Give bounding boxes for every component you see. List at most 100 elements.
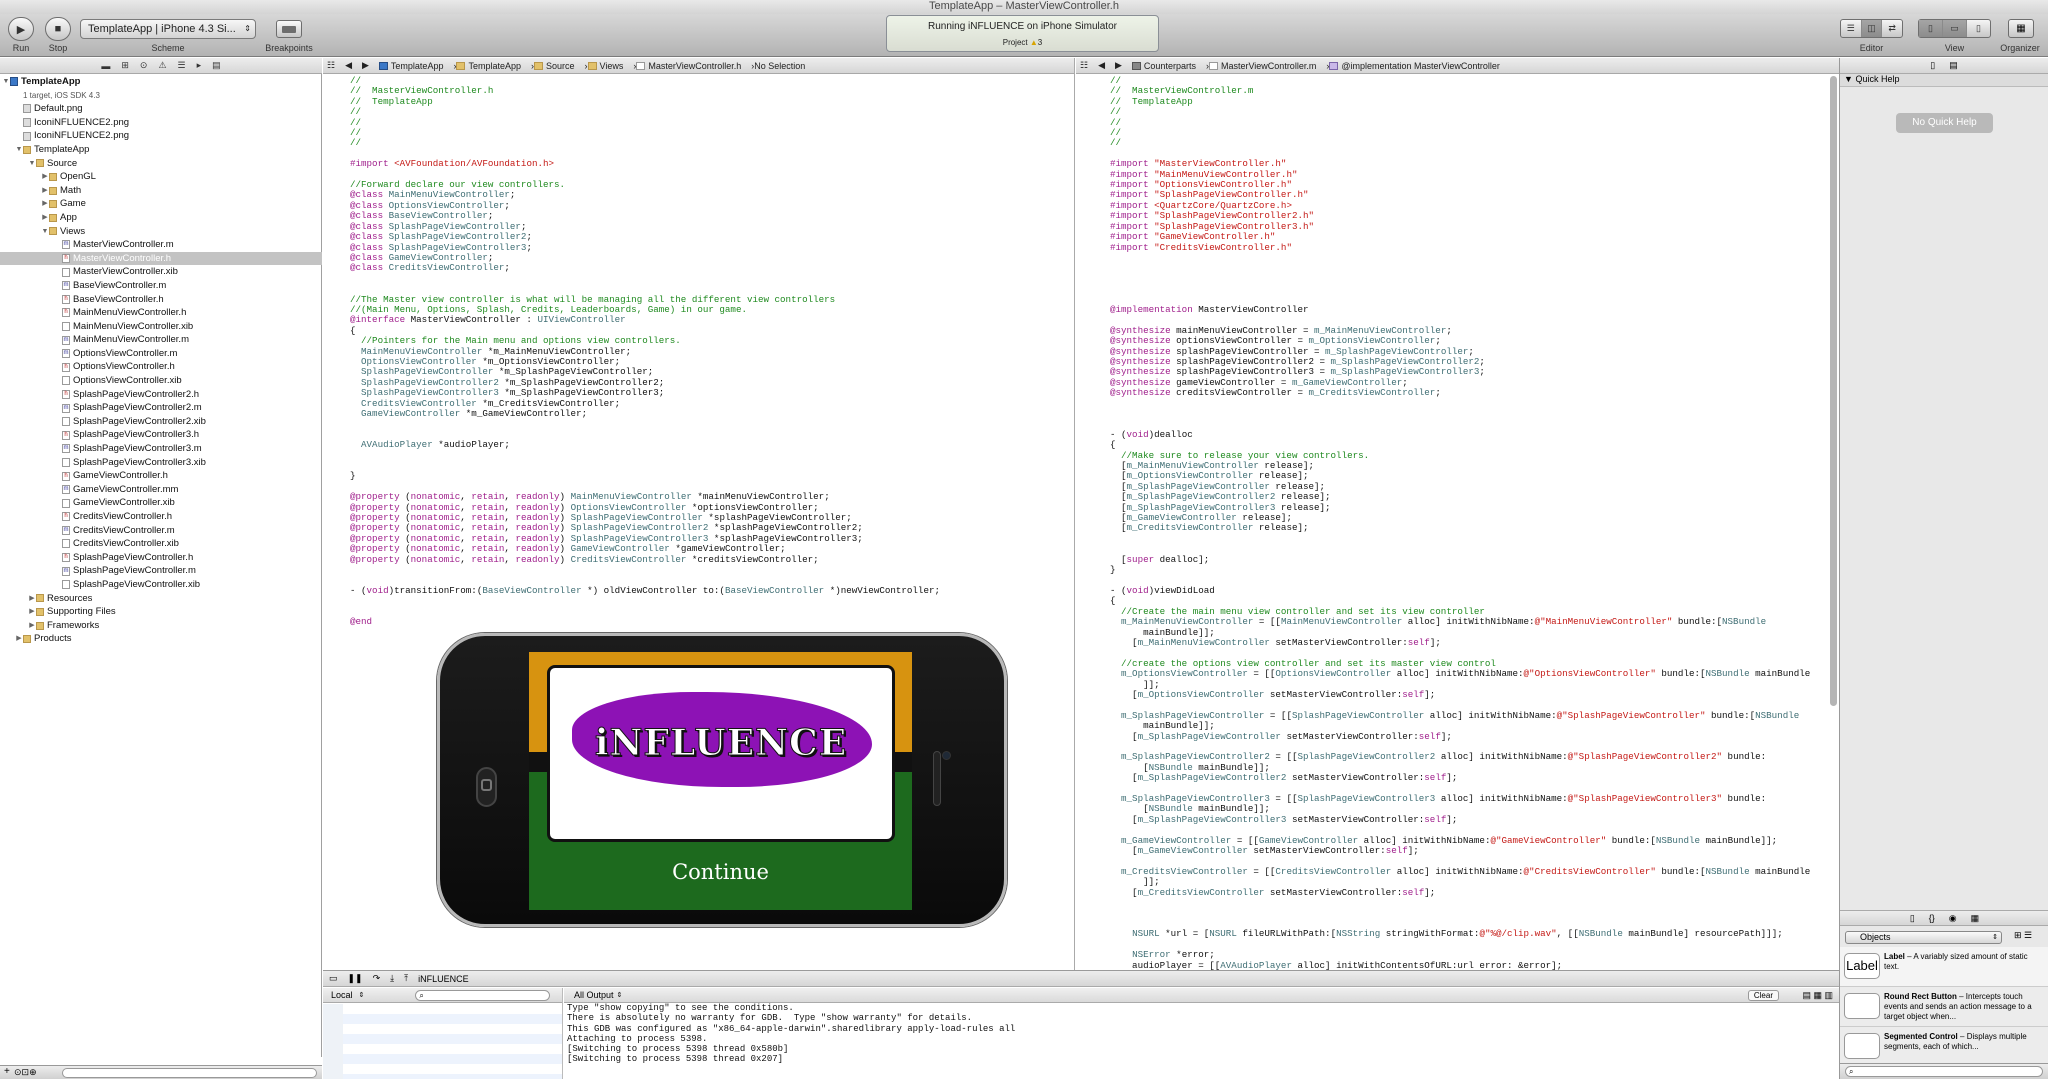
hide-debug-icon[interactable]: ▭ xyxy=(329,973,338,984)
tree-item[interactable]: h SplashPageViewController3.h xyxy=(0,428,322,442)
console-output[interactable]: Type "show copying" to see the condition… xyxy=(564,1003,1839,1065)
breakpoint-nav-icon[interactable]: ▸ xyxy=(197,60,202,71)
simulator-screen[interactable]: iNFLUENCE Continue xyxy=(529,652,912,910)
tree-item[interactable]: h GameViewController.h xyxy=(0,469,322,483)
tree-item[interactable]: 1 target, iOS SDK 4.3 xyxy=(0,89,322,103)
run-button[interactable]: ▶ xyxy=(8,17,34,41)
tree-item[interactable]: MasterViewController.xib xyxy=(0,265,322,279)
tree-item[interactable]: h MainMenuViewController.h xyxy=(0,306,322,320)
step-out-icon[interactable]: ⤒ xyxy=(404,973,408,984)
forward-icon[interactable]: ▶ xyxy=(1111,60,1128,71)
tree-item[interactable]: GameViewController.xib xyxy=(0,496,322,510)
tree-item[interactable]: m BaseViewController.m xyxy=(0,279,322,293)
organizer-button[interactable]: ▦ xyxy=(2008,19,2034,38)
related-files-icon[interactable]: ☷ xyxy=(323,60,341,71)
jump-item-selection[interactable]: › No Selection xyxy=(747,61,811,71)
back-icon[interactable]: ◀ xyxy=(341,60,358,71)
assistant-editor-icon[interactable]: ◫ xyxy=(1861,20,1883,37)
file-inspector-icon[interactable]: ▯ xyxy=(1930,60,1935,71)
tree-item[interactable]: h MasterViewController.h xyxy=(0,251,322,266)
disclosure-closed-icon[interactable]: ▶ xyxy=(41,197,49,211)
step-over-icon[interactable]: ↷ xyxy=(373,973,381,984)
output-mode-popup[interactable]: All Output xyxy=(574,990,614,1000)
disclosure-closed-icon[interactable]: ▶ xyxy=(28,605,36,619)
scope-popup[interactable]: Local xyxy=(331,990,353,1000)
navigator-toggle-icon[interactable]: ▯ xyxy=(1919,20,1943,37)
tree-item[interactable]: MainMenuViewController.xib xyxy=(0,320,322,334)
disclosure-closed-icon[interactable]: ▶ xyxy=(28,592,36,606)
tree-item[interactable]: m GameViewController.mm xyxy=(0,483,322,497)
library-item[interactable]: Round Rect Button – Intercepts touch eve… xyxy=(1840,987,2048,1027)
tree-item[interactable]: ▶ Frameworks xyxy=(0,619,322,633)
jump-item-source[interactable]: › Source xyxy=(527,61,581,71)
jump-item-group[interactable]: › TemplateApp xyxy=(449,61,527,71)
tree-item[interactable]: h OptionsViewController.h xyxy=(0,360,322,374)
tree-item[interactable]: h SplashPageViewController2.h xyxy=(0,388,322,402)
tree-item[interactable]: SplashPageViewController.xib xyxy=(0,578,322,592)
tree-item[interactable]: SplashPageViewController3.xib xyxy=(0,456,322,470)
tree-item[interactable]: ▶ OpenGL xyxy=(0,170,322,184)
library-item[interactable]: Segmented Control – Displays multiple se… xyxy=(1840,1027,2048,1067)
editor-mode-segment[interactable]: ☰ ◫ ⇄ xyxy=(1840,19,1903,38)
variables-search-input[interactable]: ⌕ xyxy=(415,989,551,1001)
jump-item-counterparts[interactable]: Counterparts xyxy=(1128,61,1202,71)
utilities-toggle-icon[interactable]: ▯ xyxy=(1967,20,1990,37)
forward-icon[interactable]: ▶ xyxy=(358,60,375,71)
tree-item[interactable]: ▶ Supporting Files xyxy=(0,605,322,619)
console-view[interactable]: All Output ⇕ Clear ▤ ▦ ▥ Type "show copyi… xyxy=(564,988,1839,1079)
back-icon[interactable]: ◀ xyxy=(1094,60,1111,71)
code-snippet-icon[interactable]: {} xyxy=(1929,913,1935,923)
library-item[interactable]: Label Label – A variably sized amount of … xyxy=(1840,947,2048,987)
tree-item[interactable]: m CreditsViewController.m xyxy=(0,524,322,538)
process-name[interactable]: iNFLUENCE xyxy=(418,974,469,984)
tree-item[interactable]: m MasterViewController.m xyxy=(0,238,322,252)
related-files-icon[interactable]: ☷ xyxy=(1076,60,1094,71)
filter-input[interactable] xyxy=(62,1068,317,1078)
tree-item[interactable]: ▼ Source xyxy=(0,157,322,171)
tree-item[interactable]: OptionsViewController.xib xyxy=(0,374,322,388)
simulator-home-button[interactable] xyxy=(476,767,497,807)
tree-item[interactable]: SplashPageViewController2.xib xyxy=(0,415,322,429)
debug-toggle-icon[interactable]: ▭ xyxy=(1943,20,1967,37)
tree-item[interactable]: m SplashPageViewController.m xyxy=(0,564,322,578)
standard-editor-icon[interactable]: ☰ xyxy=(1841,20,1862,37)
jump-item-project[interactable]: TemplateApp xyxy=(375,61,450,71)
console-layout-icon[interactable]: ▤ ▦ ▥ xyxy=(1802,990,1833,1001)
debug-icon[interactable]: ☰ xyxy=(178,60,186,71)
tree-item[interactable]: ▶ Resources xyxy=(0,592,322,606)
tree-item[interactable]: CreditsViewController.xib xyxy=(0,537,322,551)
variables-view[interactable]: Local ⇕ ⌕ xyxy=(323,988,563,1079)
tree-item[interactable]: m MainMenuViewController.m xyxy=(0,333,322,347)
iphone-simulator[interactable]: iNFLUENCE Continue xyxy=(437,633,1007,927)
symbol-icon[interactable]: ⊞ xyxy=(121,60,129,71)
jump-item-file[interactable]: › MasterViewController.m xyxy=(1202,61,1322,71)
clear-button[interactable]: Clear xyxy=(1747,989,1779,1001)
file-template-icon[interactable]: ▯ xyxy=(1910,913,1915,924)
tree-item[interactable]: ▼ TemplateApp xyxy=(0,75,322,89)
tree-item[interactable]: h SplashPageViewController.h xyxy=(0,551,322,565)
view-segment[interactable]: ▯ ▭ ▯ xyxy=(1918,19,1991,38)
tree-item[interactable]: ▶ Math xyxy=(0,184,322,198)
tree-item[interactable]: ▼ Views xyxy=(0,225,322,239)
breakpoints-button[interactable] xyxy=(276,20,302,38)
version-editor-icon[interactable]: ⇄ xyxy=(1882,20,1902,37)
left-code-text[interactable]: // // MasterViewController.h // Template… xyxy=(350,75,940,628)
search-icon[interactable]: ⊙ xyxy=(140,60,148,71)
disclosure-open-icon[interactable]: ▼ xyxy=(15,143,23,157)
tree-item[interactable]: Default.png xyxy=(0,102,322,116)
disclosure-open-icon[interactable]: ▼ xyxy=(28,157,36,171)
tree-item[interactable]: ▶ Products xyxy=(0,632,322,646)
issue-icon[interactable]: ⚠ xyxy=(158,60,166,71)
add-icon[interactable]: + xyxy=(4,1066,10,1077)
jump-item-views[interactable]: › Views xyxy=(581,61,630,71)
tree-item[interactable]: m SplashPageViewController3.m xyxy=(0,442,322,456)
tree-item[interactable]: ▶ App xyxy=(0,211,322,225)
disclosure-closed-icon[interactable]: ▶ xyxy=(28,619,36,633)
disclosure-closed-icon[interactable]: ▶ xyxy=(41,211,49,225)
disclosure-closed-icon[interactable]: ▶ xyxy=(15,632,23,646)
folder-icon[interactable]: ▬ xyxy=(101,61,110,71)
tree-item[interactable]: h CreditsViewController.h xyxy=(0,510,322,524)
library-popup[interactable]: Objects ⇕ xyxy=(1845,931,2002,944)
media-library-icon[interactable]: ▦ xyxy=(1971,913,1980,924)
stop-button[interactable]: ■ xyxy=(45,17,71,41)
